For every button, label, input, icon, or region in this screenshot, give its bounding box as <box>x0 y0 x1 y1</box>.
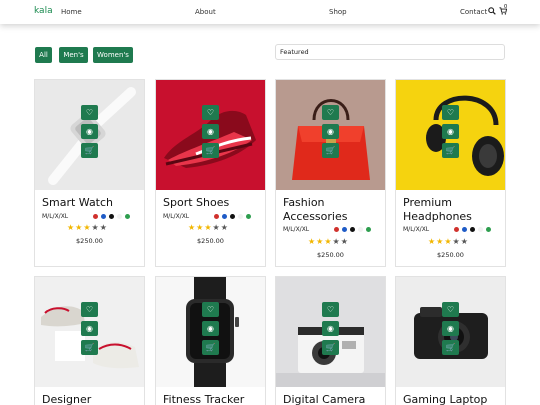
quick-view-button[interactable]: ◉ <box>81 321 98 336</box>
product-sizes: M/L/X/XL <box>403 226 430 233</box>
quick-view-button[interactable]: ◉ <box>202 321 219 336</box>
product-price: $250.00 <box>197 237 224 245</box>
swatch-red[interactable] <box>454 227 459 232</box>
add-to-cart-button[interactable]: 🛒 <box>81 143 98 158</box>
swatch-blue[interactable] <box>342 227 347 232</box>
wishlist-button[interactable]: ♡ <box>322 302 339 317</box>
quick-view-button[interactable]: ◉ <box>322 321 339 336</box>
product-card-sport-shoes[interactable]: ♡ ◉ 🛒 Sport Shoes M/L/X/XL ★★★★★ $250.00 <box>155 79 266 267</box>
swatch-green[interactable] <box>246 214 251 219</box>
navbar: kala Home About Shop Contact 0 <box>0 0 540 24</box>
swatch-white[interactable] <box>117 214 122 219</box>
product-name[interactable]: Fashion Accessories <box>283 196 383 224</box>
color-swatches <box>93 214 133 220</box>
product-card-premium-headphones[interactable]: ♡ ◉ 🛒 Premium Headphones M/L/X/XL ★★★★★ … <box>395 79 506 267</box>
product-card-fitness-tracker[interactable]: ♡ ◉ 🛒 Fitness Tracker <box>155 276 266 405</box>
swatch-blue[interactable] <box>101 214 106 219</box>
product-sizes: M/L/X/XL <box>163 213 190 220</box>
product-price: $250.00 <box>76 237 103 245</box>
nav-link-shop[interactable]: Shop <box>329 8 347 16</box>
product-card-designer[interactable]: ♡ ◉ 🛒 Designer <box>34 276 145 405</box>
swatch-green[interactable] <box>125 214 130 219</box>
quick-view-button[interactable]: ◉ <box>81 124 98 139</box>
swatch-red[interactable] <box>334 227 339 232</box>
nav-link-home[interactable]: Home <box>61 8 82 16</box>
product-card-smart-watch[interactable]: ♡ ◉ 🛒 Smart Watch M/L/X/XL ★★★★★ $250.00 <box>34 79 145 267</box>
rating-stars: ★★★★★ <box>428 237 469 246</box>
swatch-red[interactable] <box>214 214 219 219</box>
search-icon[interactable] <box>488 7 496 15</box>
rating-stars: ★★★★★ <box>188 223 229 232</box>
swatch-black[interactable] <box>470 227 475 232</box>
product-name[interactable]: Sport Shoes <box>163 196 263 210</box>
product-name[interactable]: Gaming Laptop <box>403 393 503 405</box>
product-name[interactable]: Designer <box>42 393 142 405</box>
product-price: $250.00 <box>317 251 344 259</box>
wishlist-button[interactable]: ♡ <box>202 302 219 317</box>
product-sizes: M/L/X/XL <box>42 213 69 220</box>
add-to-cart-button[interactable]: 🛒 <box>322 143 339 158</box>
add-to-cart-button[interactable]: 🛒 <box>202 143 219 158</box>
product-card-gaming-laptop[interactable]: ♡ ◉ 🛒 Gaming Laptop <box>395 276 506 405</box>
swatch-black[interactable] <box>109 214 114 219</box>
filter-womens-button[interactable]: Women's <box>93 47 133 63</box>
add-to-cart-button[interactable]: 🛒 <box>202 340 219 355</box>
wishlist-button[interactable]: ♡ <box>442 302 459 317</box>
swatch-green[interactable] <box>366 227 371 232</box>
swatch-blue[interactable] <box>222 214 227 219</box>
swatch-green[interactable] <box>486 227 491 232</box>
wishlist-button[interactable]: ♡ <box>322 105 339 120</box>
wishlist-button[interactable]: ♡ <box>81 302 98 317</box>
wishlist-button[interactable]: ♡ <box>442 105 459 120</box>
wishlist-button[interactable]: ♡ <box>81 105 98 120</box>
swatch-white[interactable] <box>478 227 483 232</box>
cart-count-badge: 0 <box>504 4 508 10</box>
rating-stars: ★★★★★ <box>67 223 108 232</box>
product-sizes: M/L/X/XL <box>283 226 310 233</box>
add-to-cart-button[interactable]: 🛒 <box>442 143 459 158</box>
product-card-digital-camera[interactable]: ♡ ◉ 🛒 Digital Camera <box>275 276 386 405</box>
logo[interactable]: kala <box>34 6 53 16</box>
swatch-white[interactable] <box>358 227 363 232</box>
filter-all-button[interactable]: All <box>35 47 52 63</box>
product-price: $250.00 <box>437 251 464 259</box>
quick-view-button[interactable]: ◉ <box>442 321 459 336</box>
color-swatches <box>214 214 254 220</box>
swatch-black[interactable] <box>230 214 235 219</box>
add-to-cart-button[interactable]: 🛒 <box>322 340 339 355</box>
product-name[interactable]: Digital Camera <box>283 393 383 405</box>
wishlist-button[interactable]: ♡ <box>202 105 219 120</box>
add-to-cart-button[interactable]: 🛒 <box>81 340 98 355</box>
product-name[interactable]: Premium Headphones <box>403 196 503 224</box>
quick-view-button[interactable]: ◉ <box>202 124 219 139</box>
quick-view-button[interactable]: ◉ <box>442 124 459 139</box>
product-card-fashion-accessories[interactable]: ♡ ◉ 🛒 Fashion Accessories M/L/X/XL ★★★★★… <box>275 79 386 267</box>
add-to-cart-button[interactable]: 🛒 <box>442 340 459 355</box>
filter-mens-button[interactable]: Men's <box>59 47 88 63</box>
product-name[interactable]: Smart Watch <box>42 196 142 210</box>
swatch-white[interactable] <box>238 214 243 219</box>
nav-link-about[interactable]: About <box>195 8 216 16</box>
color-swatches <box>454 227 494 233</box>
rating-stars: ★★★★★ <box>308 237 349 246</box>
nav-link-contact[interactable]: Contact <box>460 8 487 16</box>
swatch-black[interactable] <box>350 227 355 232</box>
swatch-blue[interactable] <box>462 227 467 232</box>
product-name[interactable]: Fitness Tracker <box>163 393 263 405</box>
quick-view-button[interactable]: ◉ <box>322 124 339 139</box>
swatch-red[interactable] <box>93 214 98 219</box>
color-swatches <box>334 227 374 233</box>
sort-select[interactable]: Featured <box>275 44 505 60</box>
